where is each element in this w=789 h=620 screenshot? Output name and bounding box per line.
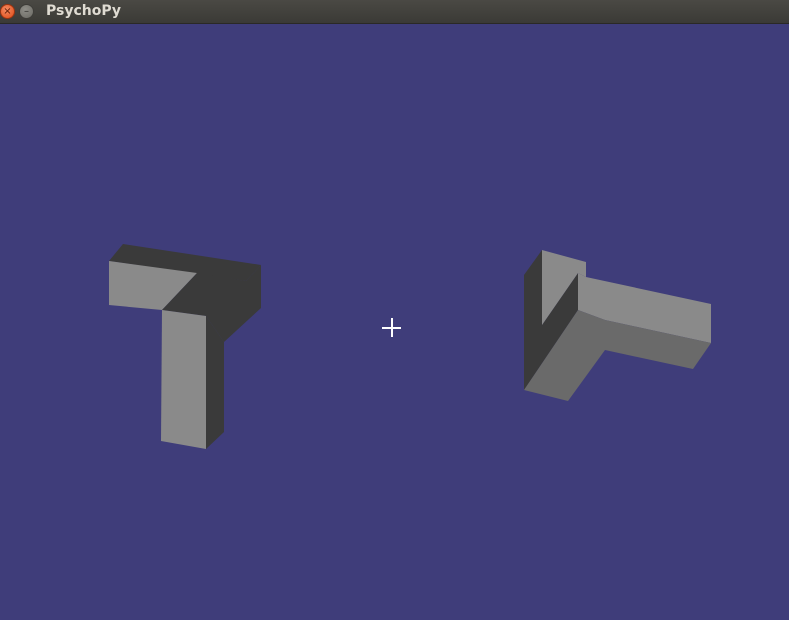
close-button[interactable]: × [0,4,15,19]
fixation-cross [382,318,401,337]
title-bar[interactable]: × – PsychoPy [0,0,789,24]
left-figure-leg-front [161,310,206,449]
psychopy-window: × – PsychoPy [0,0,789,620]
minimize-button[interactable]: – [19,4,34,19]
stimulus-stage [0,24,789,620]
stimulus-canvas [109,244,711,449]
window-title: PsychoPy [46,3,122,19]
left-block-figure [109,244,261,449]
close-icon: × [3,5,12,17]
minimize-icon: – [24,5,29,17]
right-block-figure [524,250,711,401]
